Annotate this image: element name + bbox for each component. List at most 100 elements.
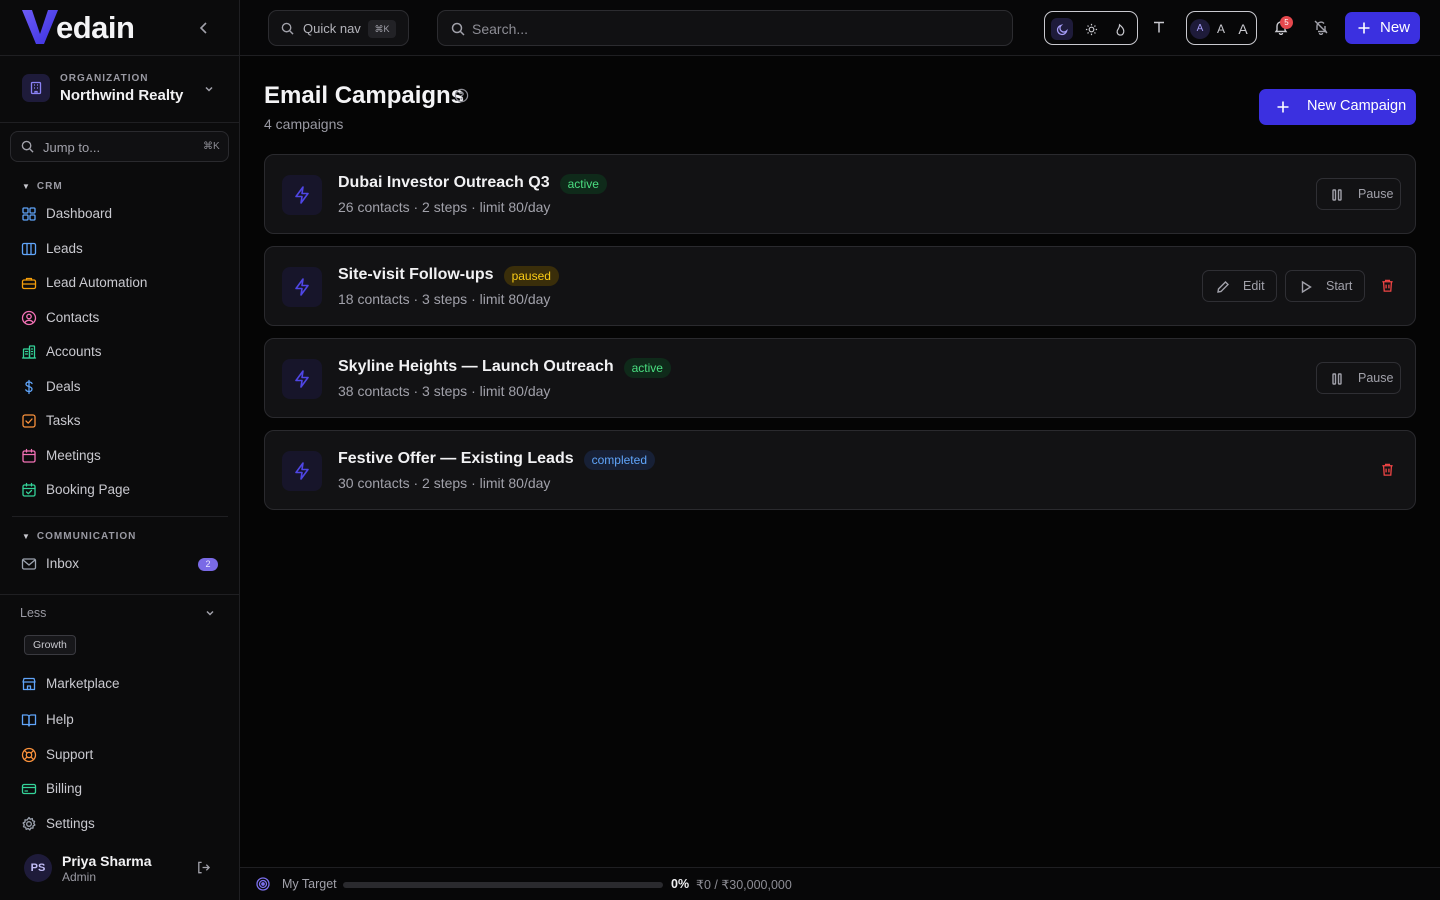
pause-label: Pause [1358, 187, 1394, 201]
section-crm[interactable]: ▼ CRM [22, 181, 63, 192]
sidebar-item-contacts[interactable]: Contacts [10, 303, 230, 333]
store-icon [22, 677, 36, 691]
brand-logo-icon [22, 10, 58, 44]
notifications-badge: 5 [1280, 16, 1293, 29]
trash-icon[interactable] [1380, 278, 1395, 293]
inbox-count-badge: 2 [198, 558, 218, 571]
jump-shortcut: ⌘K [203, 141, 220, 152]
edit-label: Edit [1243, 279, 1265, 293]
user-profile[interactable]: PS Priya Sharma Admin [0, 845, 240, 900]
new-campaign-button[interactable]: New Campaign [1259, 89, 1416, 125]
edit-button[interactable]: Edit [1202, 270, 1277, 302]
campaign-meta: 30 contacts · 2 steps · limit 80/day [338, 475, 551, 491]
light-theme-button[interactable] [1080, 18, 1102, 40]
sidebar-item-label: Booking Page [46, 482, 131, 497]
logout-icon[interactable] [196, 860, 211, 875]
sidebar-item-meetings[interactable]: Meetings [10, 441, 230, 471]
trash-icon[interactable] [1380, 462, 1395, 477]
book-icon [21, 714, 37, 727]
pause-icon [1332, 189, 1342, 201]
search-input[interactable] [472, 19, 992, 39]
sidebar-item-inbox[interactable]: Inbox 2 [10, 549, 230, 579]
new-campaign-label: New Campaign [1307, 98, 1407, 114]
sidebar-item-accounts[interactable]: Accounts [10, 337, 230, 367]
campaign-card[interactable]: Skyline Heights — Launch Outreach active 3… [264, 338, 1416, 418]
sidebar-item-settings[interactable]: Settings [10, 809, 230, 839]
dark-theme-button[interactable] [1051, 18, 1073, 40]
sidebar-item-label: Dashboard [46, 206, 113, 221]
start-label: Start [1326, 279, 1353, 293]
sidebar-item-deals[interactable]: Deals [10, 372, 230, 402]
collapse-sidebar-icon[interactable] [196, 20, 212, 36]
font-size-large[interactable]: A [1233, 19, 1253, 39]
sidebar-item-label: Leads [46, 240, 83, 256]
lightning-icon [282, 267, 322, 307]
font-size-small[interactable]: A [1190, 19, 1210, 39]
target-percent: 0% [671, 877, 690, 891]
org-switcher[interactable]: ORGANIZATION Northwind Realty [0, 56, 240, 123]
briefcase-icon [21, 277, 37, 290]
lightning-icon [282, 451, 322, 491]
sidebar: edain ORGANIZATION Northwind Realty Jump… [0, 0, 240, 900]
quick-nav-button[interactable]: Quick nav ⌘K [268, 10, 409, 46]
sidebar-item-booking-page[interactable]: Booking Page [10, 475, 230, 505]
sidebar-item-label: Tasks [46, 413, 81, 428]
user-name: Priya Sharma [62, 853, 152, 869]
start-button[interactable]: Start [1285, 270, 1365, 302]
font-icon[interactable] [1152, 20, 1166, 34]
section-communication[interactable]: ▼ COMMUNICATION [22, 531, 136, 542]
new-button[interactable]: New [1345, 12, 1420, 44]
less-toggle[interactable]: Less [0, 594, 240, 630]
moon-icon [1056, 23, 1068, 35]
bell-off-icon[interactable] [1313, 19, 1329, 35]
warm-theme-button[interactable] [1109, 18, 1131, 40]
pause-button[interactable]: Pause [1316, 178, 1401, 210]
flame-icon [1116, 23, 1124, 36]
less-label: Less [20, 606, 47, 620]
columns-icon [21, 242, 37, 255]
campaign-meta: 26 contacts · 2 steps · limit 80/day [338, 199, 551, 215]
sidebar-item-help[interactable]: Help [10, 705, 230, 735]
sidebar-item-leads[interactable]: Leads [10, 234, 230, 264]
search-icon [451, 22, 465, 36]
sidebar-item-marketplace[interactable]: Marketplace [10, 669, 230, 699]
sidebar-item-label: Marketplace [46, 676, 120, 691]
sidebar-item-support[interactable]: Support [10, 740, 230, 770]
calendar-check-icon [22, 482, 36, 497]
search-icon [21, 140, 34, 153]
campaign-name: Site-visit Follow-ups [338, 266, 494, 283]
sidebar-item-lead-automation[interactable]: Lead Automation [10, 268, 230, 298]
target-icon [256, 877, 270, 891]
dollar-icon [25, 379, 33, 394]
user-role: Admin [62, 870, 97, 884]
sidebar-item-label: Accounts [46, 344, 102, 359]
mail-icon [21, 558, 37, 570]
checkbox-icon [22, 414, 36, 428]
campaign-name: Dubai Investor Outreach Q3 [338, 174, 550, 191]
sidebar-item-label: Inbox [46, 556, 80, 571]
status-badge: paused [503, 266, 559, 286]
campaign-card[interactable]: Festive Offer — Existing Leads completed 3… [264, 430, 1416, 510]
sidebar-item-label: Deals [46, 378, 81, 394]
pencil-icon [1217, 281, 1229, 293]
target-progress-bar [343, 882, 663, 888]
topbar: Quick nav ⌘K A A A 5 New [240, 0, 1440, 56]
sidebar-item-billing[interactable]: Billing [10, 774, 230, 804]
plan-badge: Growth [24, 635, 76, 655]
campaign-card[interactable]: Site-visit Follow-ups paused 18 contacts ·… [264, 246, 1416, 326]
jump-to-input[interactable]: Jump to... ⌘K [10, 131, 229, 162]
font-size-switcher: A A A [1186, 11, 1257, 45]
sidebar-item-label: Contacts [46, 309, 100, 325]
campaign-count: 4 campaigns [264, 116, 344, 132]
credit-card-icon [21, 783, 37, 795]
font-size-medium[interactable]: A [1211, 19, 1231, 39]
new-button-label: New [1380, 19, 1411, 36]
sidebar-item-tasks[interactable]: Tasks [10, 406, 230, 436]
play-icon [1301, 280, 1312, 294]
campaign-card[interactable]: Dubai Investor Outreach Q3 active 26 conta… [264, 154, 1416, 234]
sidebar-item-dashboard[interactable]: Dashboard [10, 199, 230, 229]
calendar-icon [22, 448, 36, 463]
sidebar-item-label: Support [46, 747, 94, 762]
pause-button[interactable]: Pause [1316, 362, 1401, 394]
help-circle-icon[interactable] [454, 88, 469, 103]
